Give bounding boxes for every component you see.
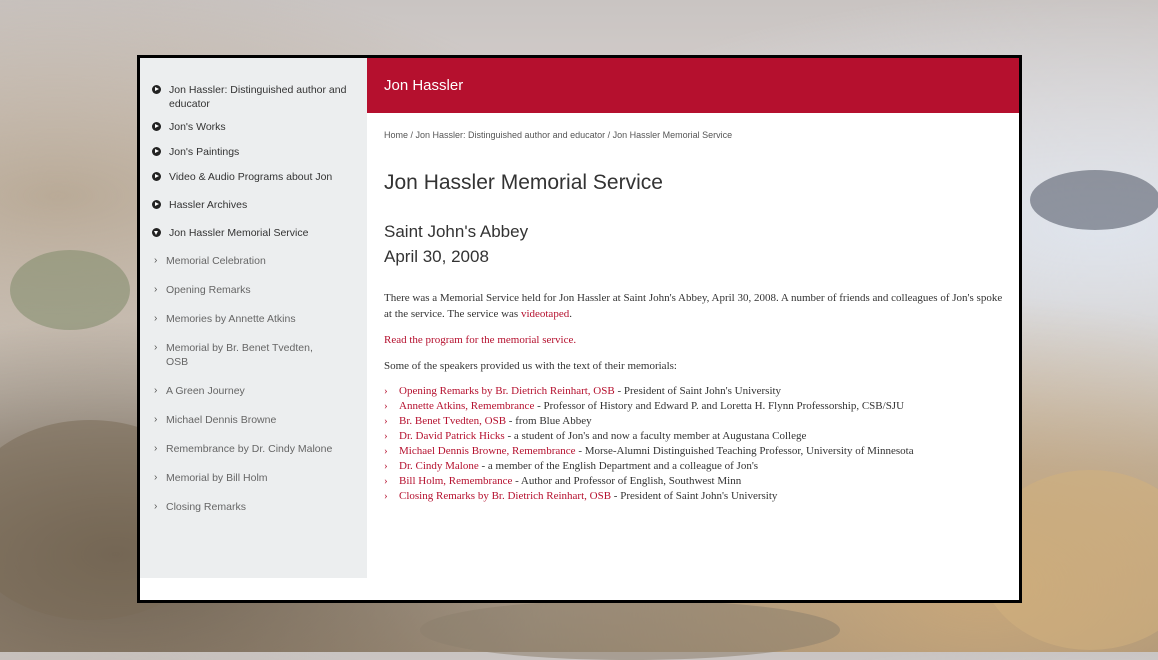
chevron-right-icon: › (154, 385, 158, 396)
speaker-desc: - Morse-Alumni Distinguished Teaching Pr… (575, 445, 914, 457)
speaker-desc: - a student of Jon's and now a faculty m… (504, 430, 807, 442)
breadcrumb[interactable]: Home / Jon Hassler: Distinguished author… (384, 130, 732, 140)
main-content: Jon Hassler Home / Jon Hassler: Distingu… (367, 58, 1019, 600)
chevron-right-icon: › (154, 313, 158, 324)
sidebar-subitem-label: Remembrance by Dr. Cindy Malone (166, 443, 333, 455)
circle-arrow-icon (152, 200, 161, 209)
sidebar-item-works[interactable]: Jon's Works (140, 120, 367, 134)
subtitle-date: April 30, 2008 (384, 247, 489, 266)
list-item: Br. Benet Tvedten, OSB - from Blue Abbey (384, 414, 1004, 429)
sidebar-subitem-opening-remarks[interactable]: › Opening Remarks (140, 283, 367, 297)
intro-end: . (569, 308, 572, 320)
speakers-intro: Some of the speakers provided us with th… (384, 360, 677, 372)
intro-text: There was a Memorial Service held for Jo… (384, 292, 1003, 320)
chevron-right-icon: › (154, 501, 158, 512)
list-item: Michael Dennis Browne, Remembrance - Mor… (384, 444, 1004, 459)
sidebar-item-label: Video & Audio Programs about Jon (169, 171, 333, 183)
speakers-list: Opening Remarks by Br. Dietrich Reinhart… (384, 384, 1004, 504)
chevron-right-icon: › (154, 342, 158, 353)
sidebar-subitem-label: A Green Journey (166, 385, 245, 397)
sidebar-item-paintings[interactable]: Jon's Paintings (140, 145, 367, 159)
speaker-link[interactable]: Opening Remarks by Br. Dietrich Reinhart… (399, 385, 615, 397)
sidebar-subitem-annette-atkins[interactable]: › Memories by Annette Atkins (140, 312, 367, 326)
sidebar-item-label: Jon Hassler: Distinguished author and ed… (169, 84, 347, 110)
sidebar-subitem-label: Memorial Celebration (166, 255, 266, 267)
sidebar-item-label: Jon Hassler Memorial Service (169, 227, 309, 239)
site-header: Jon Hassler (367, 58, 1019, 113)
speaker-desc: - Professor of History and Edward P. and… (534, 400, 905, 412)
sidebar-subitem-label: Opening Remarks (166, 284, 251, 296)
speaker-link[interactable]: Annette Atkins, Remembrance (399, 400, 534, 412)
sidebar-nav: Jon Hassler: Distinguished author and ed… (140, 58, 367, 578)
web-page-card: Jon Hassler: Distinguished author and ed… (137, 55, 1022, 603)
circle-arrow-icon (152, 172, 161, 181)
sidebar-subitem-label: Memorial by Bill Holm (166, 472, 268, 484)
page-title: Jon Hassler Memorial Service (384, 171, 663, 194)
list-item: Dr. David Patrick Hicks - a student of J… (384, 429, 1004, 444)
speaker-link[interactable]: Closing Remarks by Br. Dietrich Reinhart… (399, 490, 611, 502)
sidebar-subitem-green-journey[interactable]: › A Green Journey (140, 384, 367, 398)
speaker-link[interactable]: Dr. Cindy Malone (399, 460, 479, 472)
circle-arrow-icon (152, 122, 161, 131)
speaker-desc: - from Blue Abbey (506, 415, 592, 427)
sidebar-subitem-closing-remarks[interactable]: › Closing Remarks (140, 500, 367, 514)
sidebar-item-label: Hassler Archives (169, 199, 248, 211)
site-title[interactable]: Jon Hassler (384, 77, 463, 94)
list-item: Bill Holm, Remembrance - Author and Prof… (384, 474, 1004, 489)
sidebar-item-video-audio[interactable]: Video & Audio Programs about Jon (140, 170, 367, 184)
chevron-right-icon: › (154, 414, 158, 425)
chevron-right-icon: › (154, 255, 158, 266)
speaker-link[interactable]: Michael Dennis Browne, Remembrance (399, 445, 576, 457)
speaker-desc: - President of Saint John's University (611, 490, 778, 502)
intro-paragraph: There was a Memorial Service held for Jo… (384, 290, 1004, 322)
chevron-right-icon: › (154, 284, 158, 295)
circle-arrow-icon (152, 147, 161, 156)
sidebar-item-archives[interactable]: Hassler Archives (140, 198, 367, 212)
chevron-right-icon: › (154, 472, 158, 483)
sidebar-subitem-label: Closing Remarks (166, 501, 246, 513)
page-subtitle: Saint John's Abbey April 30, 2008 (384, 219, 528, 269)
sidebar-subitem-cindy-malone[interactable]: › Remembrance by Dr. Cindy Malone (140, 442, 367, 456)
list-item: Closing Remarks by Br. Dietrich Reinhart… (384, 489, 1004, 504)
speaker-link[interactable]: Dr. David Patrick Hicks (399, 430, 505, 442)
speaker-link[interactable]: Bill Holm, Remembrance (399, 475, 512, 487)
sidebar-item-label: Jon's Paintings (169, 146, 240, 158)
circle-chevron-down-icon (152, 228, 161, 237)
speaker-desc: - Author and Professor of English, South… (512, 475, 742, 487)
speaker-desc: - a member of the English Department and… (478, 460, 759, 472)
circle-arrow-icon (152, 85, 161, 94)
sidebar-item-memorial-service[interactable]: Jon Hassler Memorial Service (140, 226, 367, 240)
speaker-link[interactable]: Br. Benet Tvedten, OSB (399, 415, 506, 427)
sidebar-subitem-memorial-celebration[interactable]: › Memorial Celebration (140, 254, 367, 268)
program-link[interactable]: Read the program for the memorial servic… (384, 332, 1004, 348)
sidebar-item-distinguished-author[interactable]: Jon Hassler: Distinguished author and ed… (140, 83, 367, 111)
videotaped-link[interactable]: videotaped (521, 308, 569, 320)
list-item: Opening Remarks by Br. Dietrich Reinhart… (384, 384, 1004, 399)
article-body: There was a Memorial Service held for Jo… (384, 290, 1004, 504)
list-item: Annette Atkins, Remembrance - Professor … (384, 399, 1004, 414)
sidebar-subitem-label: Memories by Annette Atkins (166, 313, 296, 325)
sidebar-subitem-label: Memorial by Br. Benet Tvedten, OSB (166, 342, 313, 368)
chevron-right-icon: › (154, 443, 158, 454)
sidebar-subitem-michael-browne[interactable]: › Michael Dennis Browne (140, 413, 367, 427)
list-item: Dr. Cindy Malone - a member of the Engli… (384, 459, 1004, 474)
sidebar-item-label: Jon's Works (169, 121, 226, 133)
sidebar-subitem-benet-tvedten[interactable]: › Memorial by Br. Benet Tvedten, OSB (140, 341, 344, 369)
sidebar-subitem-bill-holm[interactable]: › Memorial by Bill Holm (140, 471, 367, 485)
speaker-desc: - President of Saint John's University (614, 385, 782, 397)
subtitle-location: Saint John's Abbey (384, 222, 529, 241)
sidebar-subitem-label: Michael Dennis Browne (166, 414, 277, 426)
